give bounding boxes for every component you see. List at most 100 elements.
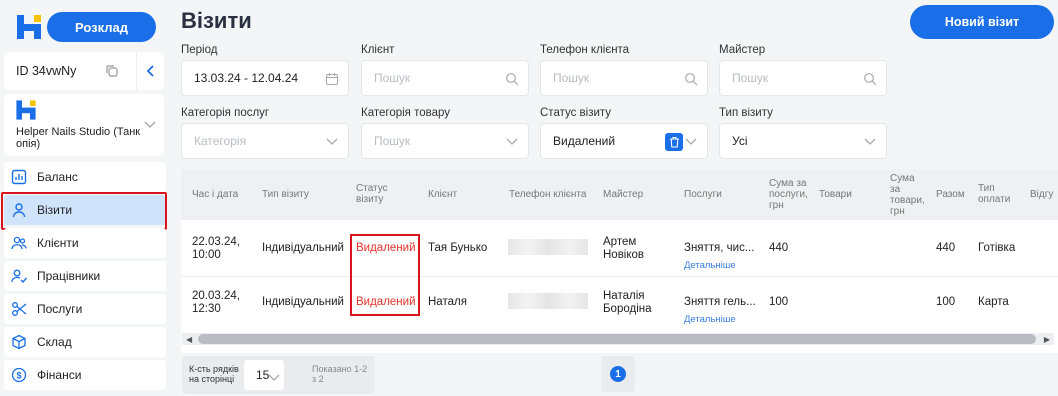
product-category-select[interactable]: Пошук: [361, 123, 529, 159]
sidebar-item-label: Фінанси: [37, 368, 82, 382]
sidebar-item-warehouse[interactable]: Склад: [4, 327, 166, 357]
row-services-sum: 100: [769, 296, 789, 308]
chart-icon: [11, 169, 27, 185]
sidebar-item-clients[interactable]: Клієнти: [4, 228, 166, 258]
rows-per-page-select[interactable]: 15: [244, 360, 284, 390]
col-status[interactable]: Статус візиту: [356, 183, 388, 205]
studio-selector[interactable]: Helper Nails Studio (Танк опія): [4, 94, 164, 156]
collapse-sidebar-icon[interactable]: [136, 52, 164, 90]
col-review[interactable]: Відгу: [1030, 189, 1053, 200]
row-service: Зняття, чис...: [684, 242, 755, 254]
new-visit-button[interactable]: Новий візит: [910, 5, 1054, 39]
users-icon: [11, 235, 27, 251]
sidebar-item-finance[interactable]: $ Фінанси: [4, 360, 166, 390]
shown-count: Показано 1-2 з 2: [312, 364, 372, 384]
chevron-down-icon: [268, 371, 280, 385]
row-time: 12:30: [192, 303, 221, 315]
account-id: ID 34vwNy: [16, 64, 77, 78]
rows-per-page-label-line1: К-сть рядків: [189, 364, 239, 374]
status-highlight-box: [350, 234, 420, 316]
col-products[interactable]: Товари: [819, 189, 852, 200]
col-payment-type-line2: оплати: [978, 194, 1011, 205]
table-header: Час і дата Тип візиту Статус візиту Кліє…: [181, 169, 1058, 220]
sidebar-item-workers[interactable]: Працівники: [4, 261, 166, 291]
row-details-link[interactable]: Детальніше: [684, 259, 736, 272]
sidebar-item-label: Клієнти: [37, 236, 79, 250]
col-phone[interactable]: Телефон клієнта: [509, 189, 586, 200]
col-master[interactable]: Майстер: [603, 189, 643, 200]
rows-per-page-control: К-сть рядків на сторінці 15 Показано 1-2…: [182, 356, 375, 394]
row-datetime: 22.03.24, 10:00: [192, 236, 240, 262]
box-icon: [11, 334, 27, 350]
schedule-button[interactable]: Розклад: [47, 12, 156, 42]
col-services[interactable]: Послуги: [684, 189, 722, 200]
master-search-field[interactable]: Пошук: [719, 60, 887, 96]
row-master-last: Бородіна: [603, 303, 652, 315]
search-icon: [504, 71, 520, 87]
period-label: Період: [181, 44, 218, 56]
row-details-link[interactable]: Детальніше: [684, 313, 736, 326]
copy-icon[interactable]: [104, 63, 120, 79]
chevron-down-icon: [862, 134, 878, 150]
page-button-current[interactable]: 1: [610, 366, 626, 382]
sidebar-item-services[interactable]: Послуги: [4, 294, 166, 324]
row-date: 20.03.24,: [192, 290, 240, 302]
scrollbar-thumb[interactable]: [198, 334, 1036, 344]
studio-logo: [14, 98, 38, 122]
col-total[interactable]: Разом: [936, 189, 965, 200]
service-category-label: Категорія послуг: [181, 107, 270, 119]
service-category-select[interactable]: Категорія: [181, 123, 349, 159]
col-client[interactable]: Клієнт: [428, 189, 457, 200]
row-master-first: Артем: [603, 236, 637, 248]
client-phone-placeholder: Пошук: [553, 71, 590, 85]
col-products-sum-line3: товари,: [890, 195, 925, 206]
row-datetime: 20.03.24, 12:30: [192, 290, 240, 316]
table-horizontal-scrollbar[interactable]: ◀ ▶: [182, 333, 1054, 345]
row-phone-redacted: [508, 293, 588, 309]
row-visit-type: Індивідуальний: [262, 296, 344, 308]
row-client[interactable]: Тая Бунько: [428, 242, 487, 255]
col-products-sum[interactable]: Сума за товари, грн: [890, 173, 925, 217]
col-services-sum-line2: послуги,: [769, 189, 808, 200]
col-status-line1: Статус: [356, 183, 388, 194]
col-payment-type[interactable]: Тип оплати: [978, 183, 1010, 205]
sidebar: Розклад ID 34vwNy Helper Nails Studio (Т…: [0, 0, 168, 396]
row-phone-redacted: [508, 239, 588, 255]
product-category-placeholder: Пошук: [374, 134, 411, 148]
col-services-sum[interactable]: Сума за послуги, грн: [769, 178, 808, 211]
sidebar-item-label: Баланс: [37, 170, 78, 184]
table-row[interactable]: 20.03.24, 12:30 Індивідуальний Видалений…: [181, 278, 1058, 330]
col-visit-type[interactable]: Тип візиту: [262, 189, 309, 200]
app-logo: [14, 12, 44, 42]
row-master-last: Новіков: [603, 249, 645, 261]
col-status-line2: візиту: [356, 194, 384, 205]
client-search-field[interactable]: Пошук: [361, 60, 529, 96]
table-row[interactable]: 22.03.24, 10:00 Індивідуальний Видалений…: [181, 225, 1058, 277]
row-services-sum: 440: [769, 242, 789, 254]
row-visit-type: Індивідуальний: [262, 242, 344, 254]
visit-type-select[interactable]: Усі: [719, 123, 887, 159]
worker-icon: [11, 268, 27, 284]
client-phone-search-field[interactable]: Пошук: [540, 60, 708, 96]
master-placeholder: Пошук: [732, 71, 769, 85]
col-products-sum-line1: Сума: [890, 173, 915, 184]
visit-type-label: Тип візиту: [719, 107, 773, 119]
chevron-down-icon: [683, 134, 699, 150]
visit-status-value: Видалений: [553, 134, 616, 148]
visit-status-label: Статус візиту: [540, 107, 612, 119]
sidebar-item-label: Склад: [37, 335, 72, 349]
visit-status-select[interactable]: Видалений: [540, 123, 708, 159]
chevron-down-icon: [324, 134, 340, 150]
period-field[interactable]: 13.03.24 - 12.04.24: [181, 60, 349, 96]
scroll-left-icon[interactable]: ◀: [186, 335, 192, 344]
scroll-right-icon[interactable]: ▶: [1044, 335, 1050, 344]
search-icon: [862, 71, 878, 87]
row-total: 100: [936, 296, 956, 308]
visits-table: Час і дата Тип візиту Статус візиту Кліє…: [181, 169, 1058, 353]
trash-icon[interactable]: [665, 133, 683, 151]
sidebar-item-balance[interactable]: Баланс: [4, 162, 166, 192]
col-time-date[interactable]: Час і дата: [192, 189, 238, 200]
sidebar-item-visits[interactable]: Візити: [1, 192, 167, 230]
sidebar-item-label: Послуги: [37, 302, 83, 316]
row-client[interactable]: Наталя: [428, 296, 467, 309]
